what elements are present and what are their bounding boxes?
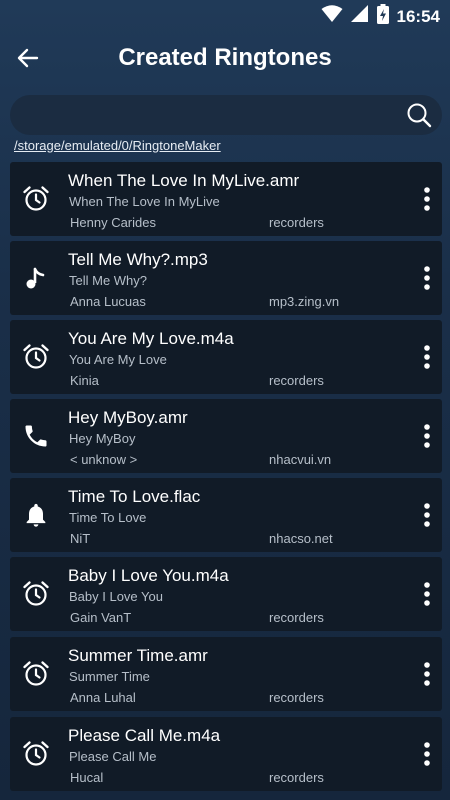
source: recorders	[269, 610, 324, 625]
artist: Anna Lucuas	[70, 294, 146, 309]
source: recorders	[269, 770, 324, 785]
file-name: You Are My Love.m4a	[68, 329, 234, 348]
wifi-icon	[321, 5, 343, 28]
status-time: 16:54	[396, 6, 440, 26]
list-item[interactable]: When The Love In MyLive.amr When The Lov…	[10, 162, 442, 236]
source: recorders	[269, 215, 324, 230]
artist: Henny Carides	[70, 215, 156, 230]
file-name: When The Love In MyLive.amr	[68, 171, 300, 190]
alarm-icon	[22, 660, 50, 688]
song-title: When The Love In MyLive	[69, 194, 220, 209]
list-item[interactable]: Time To Love.flac Time To Love NiT nhacs…	[10, 478, 442, 552]
file-name: Time To Love.flac	[68, 487, 201, 506]
file-name: Baby I Love You.m4a	[68, 566, 229, 585]
more-vert-icon[interactable]	[416, 659, 438, 689]
alarm-icon	[22, 740, 50, 768]
artist: Kinia	[70, 373, 99, 388]
source: nhacso.net	[269, 531, 333, 546]
list-item[interactable]: Baby I Love You.m4a Baby I Love You Gain…	[10, 557, 442, 631]
search-input[interactable]	[10, 95, 442, 135]
song-title: Tell Me Why?	[69, 273, 148, 288]
artist: NiT	[70, 531, 91, 546]
file-name: Please Call Me.m4a	[68, 726, 221, 745]
source: mp3.zing.vn	[269, 294, 340, 309]
file-name: Summer Time.amr	[68, 646, 208, 665]
more-vert-icon[interactable]	[416, 342, 438, 372]
file-name: Hey MyBoy.amr	[68, 408, 188, 427]
alarm-icon	[22, 580, 50, 608]
source: recorders	[269, 373, 324, 388]
more-vert-icon[interactable]	[416, 263, 438, 293]
folder-path-link[interactable]: /storage/emulated/0/RingtoneMaker	[14, 138, 221, 153]
artist: Anna Luhal	[70, 690, 136, 705]
phone-icon	[22, 422, 50, 450]
signal-icon	[350, 5, 369, 28]
more-vert-icon[interactable]	[416, 421, 438, 451]
app-bar: Created Ringtones	[0, 30, 450, 90]
source: nhacvui.vn	[269, 452, 332, 467]
list-item[interactable]: Hey MyBoy.amr Hey MyBoy < unknow > nhacv…	[10, 399, 442, 473]
song-title: Time To Love	[69, 510, 147, 525]
alarm-icon	[22, 343, 50, 371]
status-icons: 16:54	[321, 4, 440, 29]
source: recorders	[269, 690, 324, 705]
more-vert-icon[interactable]	[416, 500, 438, 530]
list-item[interactable]: You Are My Love.m4a You Are My Love Kini…	[10, 320, 442, 394]
file-name: Tell Me Why?.mp3	[68, 250, 208, 269]
list-item[interactable]: Tell Me Why?.mp3 Tell Me Why? Anna Lucua…	[10, 241, 442, 315]
list-item[interactable]: Summer Time.amr Summer Time Anna Luhal r…	[10, 637, 442, 711]
artist: < unknow >	[70, 452, 138, 467]
list-item[interactable]: Please Call Me.m4a Please Call Me Hucal …	[10, 717, 442, 791]
search-icon[interactable]	[404, 100, 434, 130]
song-title: Please Call Me	[69, 749, 157, 764]
music-note-icon	[22, 264, 50, 292]
bell-icon	[22, 501, 50, 529]
status-bar: 16:54	[0, 0, 450, 30]
song-title: Summer Time	[69, 669, 150, 684]
alarm-icon	[22, 185, 50, 213]
artist: Hucal	[70, 770, 104, 785]
song-title: Baby I Love You	[69, 589, 163, 604]
more-vert-icon[interactable]	[416, 739, 438, 769]
page-title: Created Ringtones	[118, 44, 332, 71]
more-vert-icon[interactable]	[416, 579, 438, 609]
battery-charging-icon	[376, 4, 389, 29]
more-vert-icon[interactable]	[416, 184, 438, 214]
song-title: You Are My Love	[69, 352, 167, 367]
artist: Gain VanT	[70, 610, 132, 625]
song-title: Hey MyBoy	[69, 431, 136, 446]
